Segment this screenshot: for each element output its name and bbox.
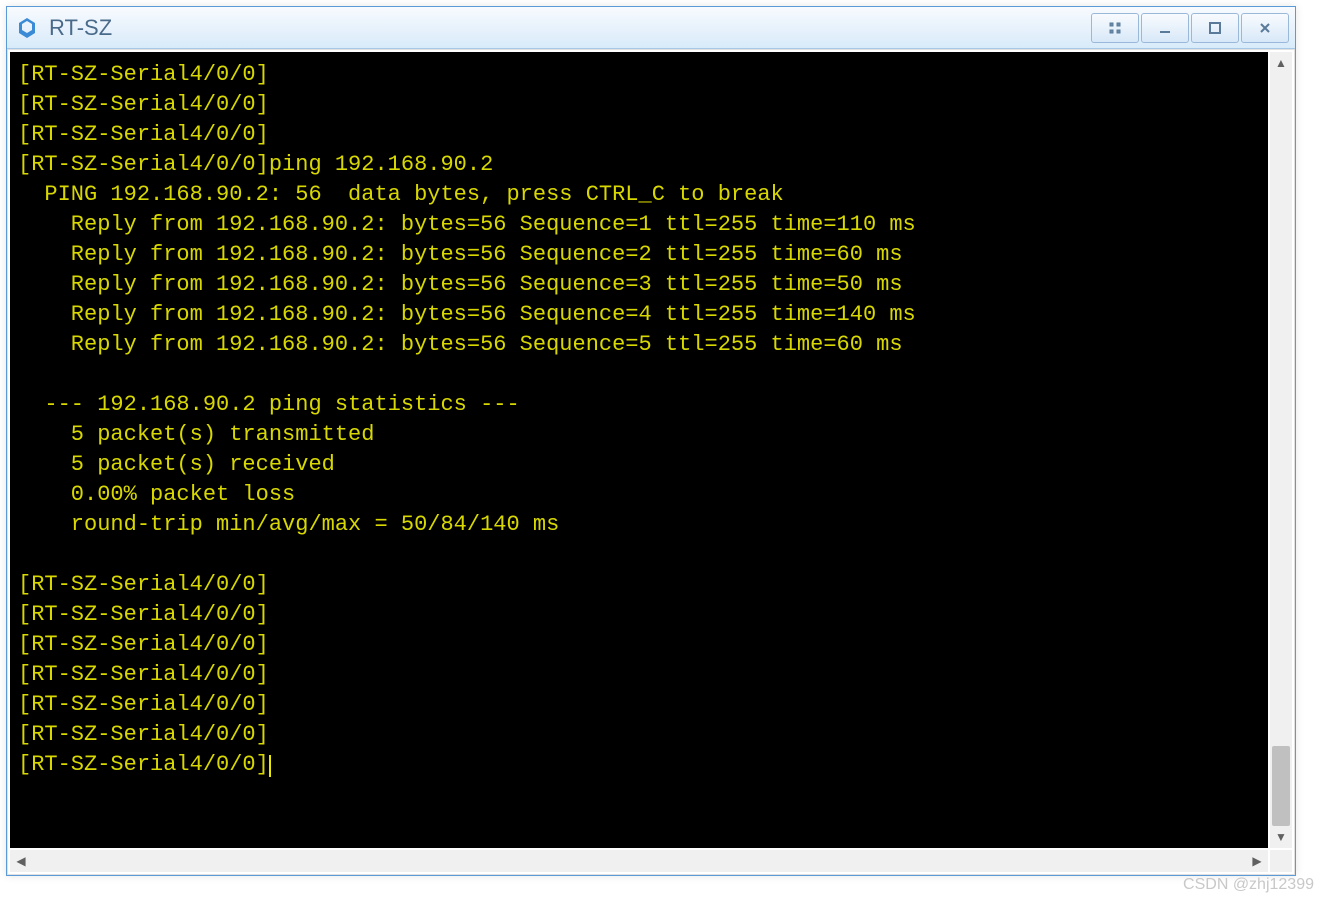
vertical-scrollbar[interactable]: ▲ ▼ <box>1270 52 1292 848</box>
titlebar[interactable]: RT-SZ <box>7 7 1295 49</box>
terminal-line: [RT-SZ-Serial4/0/0] <box>18 690 1260 720</box>
terminal-line: Reply from 192.168.90.2: bytes=56 Sequen… <box>18 240 1260 270</box>
app-window: RT-SZ [RT-SZ-Serial4/0/0][RT-SZ-Serial4/… <box>6 6 1296 876</box>
vscroll-thumb[interactable] <box>1272 746 1290 826</box>
terminal-line: [RT-SZ-Serial4/0/0] <box>18 660 1260 690</box>
terminal-line: [RT-SZ-Serial4/0/0]ping 192.168.90.2 <box>18 150 1260 180</box>
terminal-line: Reply from 192.168.90.2: bytes=56 Sequen… <box>18 300 1260 330</box>
scroll-down-icon[interactable]: ▼ <box>1270 826 1292 848</box>
cursor <box>269 755 271 777</box>
terminal-line: [RT-SZ-Serial4/0/0] <box>18 750 1260 780</box>
terminal-line: [RT-SZ-Serial4/0/0] <box>18 720 1260 750</box>
terminal-line: [RT-SZ-Serial4/0/0] <box>18 570 1260 600</box>
scroll-up-icon[interactable]: ▲ <box>1270 52 1292 74</box>
app-icon <box>13 14 41 42</box>
scroll-right-icon[interactable]: ▶ <box>1246 850 1268 872</box>
window-controls <box>1091 13 1289 43</box>
terminal-line: PING 192.168.90.2: 56 data bytes, press … <box>18 180 1260 210</box>
terminal-line: 5 packet(s) received <box>18 450 1260 480</box>
vscroll-track[interactable] <box>1270 74 1292 826</box>
watermark: CSDN @zhj12399 <box>1183 876 1314 894</box>
terminal-line: 0.00% packet loss <box>18 480 1260 510</box>
terminal-line: Reply from 192.168.90.2: bytes=56 Sequen… <box>18 210 1260 240</box>
terminal-line: [RT-SZ-Serial4/0/0] <box>18 120 1260 150</box>
window-title: RT-SZ <box>49 15 1091 41</box>
extras-button[interactable] <box>1091 13 1139 43</box>
terminal-output[interactable]: [RT-SZ-Serial4/0/0][RT-SZ-Serial4/0/0][R… <box>10 52 1268 848</box>
terminal-wrapper: [RT-SZ-Serial4/0/0][RT-SZ-Serial4/0/0][R… <box>7 49 1295 875</box>
terminal-line: 5 packet(s) transmitted <box>18 420 1260 450</box>
terminal-line <box>18 360 1260 390</box>
minimize-button[interactable] <box>1141 13 1189 43</box>
terminal-line: Reply from 192.168.90.2: bytes=56 Sequen… <box>18 270 1260 300</box>
terminal-line: --- 192.168.90.2 ping statistics --- <box>18 390 1260 420</box>
close-button[interactable] <box>1241 13 1289 43</box>
terminal-line: round-trip min/avg/max = 50/84/140 ms <box>18 510 1260 540</box>
scroll-left-icon[interactable]: ◀ <box>10 850 32 872</box>
maximize-button[interactable] <box>1191 13 1239 43</box>
scroll-corner <box>1270 850 1292 872</box>
horizontal-scrollbar[interactable]: ◀ ▶ <box>10 850 1268 872</box>
terminal-line: Reply from 192.168.90.2: bytes=56 Sequen… <box>18 330 1260 360</box>
terminal-line: [RT-SZ-Serial4/0/0] <box>18 90 1260 120</box>
terminal-line <box>18 540 1260 570</box>
terminal-line: [RT-SZ-Serial4/0/0] <box>18 600 1260 630</box>
terminal-line: [RT-SZ-Serial4/0/0] <box>18 60 1260 90</box>
terminal-line: [RT-SZ-Serial4/0/0] <box>18 630 1260 660</box>
